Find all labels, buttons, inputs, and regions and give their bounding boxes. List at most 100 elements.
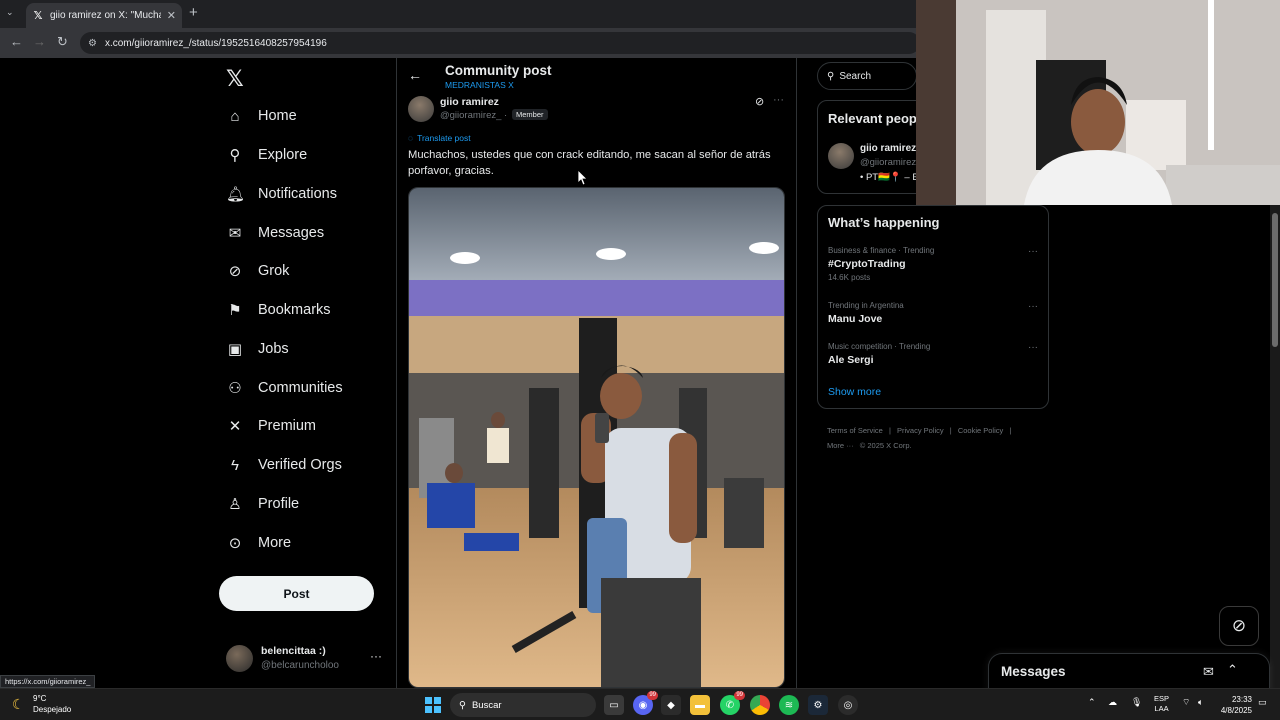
weather-temp: 9°C	[33, 694, 47, 703]
tab-close-icon[interactable]: ✕	[167, 9, 176, 22]
trend-more-icon[interactable]: ···	[1028, 342, 1038, 353]
discord-badge: 99	[647, 691, 658, 700]
file-explorer-icon[interactable]: ▬	[690, 695, 710, 715]
post-image[interactable]	[408, 187, 785, 688]
tab-search-icon[interactable]: ⌄	[6, 7, 14, 18]
taskbar-search[interactable]: ⚲ Buscar	[450, 693, 596, 717]
back-icon[interactable]: ←	[10, 34, 23, 49]
trend-count: 14.6K posts	[828, 273, 871, 282]
scrollbar-thumb[interactable]	[1272, 213, 1278, 347]
onedrive-icon[interactable]: ☁	[1108, 697, 1117, 708]
steam-icon[interactable]: ⚙	[808, 695, 828, 715]
nav-label: Grok	[258, 263, 290, 279]
new-message-icon[interactable]: ✉	[1203, 664, 1214, 680]
more-link[interactable]: More ···	[827, 441, 854, 450]
clock[interactable]: 23:33 4/8/2025	[1216, 694, 1252, 716]
nav-notifications[interactable]: 🔔︎ Notifications	[226, 181, 337, 207]
post-more-icon[interactable]: ···	[773, 94, 784, 106]
task-view-icon[interactable]: ▭	[604, 695, 624, 715]
briefcase-icon: ▣	[227, 341, 243, 358]
x-favicon-icon: 𝕏	[33, 9, 43, 22]
trend-more-icon[interactable]: ···	[1028, 301, 1038, 312]
status-url-tooltip: https://x.com/giioramirez_	[0, 675, 96, 688]
trend-item[interactable]: Music competition · Trending Ale Sergi ·…	[828, 342, 1040, 366]
clock-time: 23:33	[1231, 695, 1252, 704]
language-indicator[interactable]: ESP LAA	[1154, 694, 1169, 714]
relevant-handle[interactable]: @giioramirez	[860, 157, 916, 168]
nav-bookmarks[interactable]: ⚑ Bookmarks	[226, 297, 330, 323]
grok-floating-button[interactable]: ⊘	[1219, 606, 1259, 646]
community-link[interactable]: MEDRANISTAS X	[445, 80, 514, 90]
nav-more[interactable]: ⊙ More	[226, 530, 291, 556]
expand-icon[interactable]: ⌃	[1227, 662, 1238, 678]
post-button[interactable]: Post	[219, 576, 374, 611]
nav-label: Profile	[258, 496, 300, 512]
nav-home[interactable]: ⌂ Home	[226, 103, 296, 129]
person-icon: ♙	[228, 496, 242, 513]
member-badge: Member	[512, 109, 548, 120]
avatar[interactable]	[828, 143, 854, 169]
reload-icon[interactable]: ↻	[57, 34, 68, 50]
nav-messages[interactable]: ✉ Messages	[226, 220, 324, 246]
wifi-icon[interactable]: ⌔	[1182, 697, 1190, 708]
post-text: Muchachos, ustedes que con crack editand…	[408, 149, 771, 177]
author-avatar[interactable]	[408, 96, 434, 122]
forward-icon[interactable]: →	[33, 34, 46, 49]
x-logo-icon[interactable]: 𝕏	[226, 66, 244, 92]
author-name[interactable]: giio ramirez	[440, 96, 499, 108]
nav-communities[interactable]: ⚇ Communities	[226, 375, 342, 401]
site-info-icon[interactable]: ⚙	[88, 38, 97, 49]
cookie-link[interactable]: Cookie Policy	[958, 426, 1003, 435]
spotify-icon[interactable]: ≋	[779, 695, 799, 715]
nav-premium[interactable]: ✕ Premium	[226, 413, 316, 439]
browser-tab[interactable]: 𝕏 giio ramirez on X: "Muchachos ✕	[26, 3, 182, 28]
nav-verified-orgs[interactable]: ϟ Verified Orgs	[226, 452, 342, 478]
trend-meta: Music competition · Trending	[828, 342, 931, 351]
trend-item[interactable]: Business & finance · Trending #CryptoTra…	[828, 246, 1040, 282]
trend-more-icon[interactable]: ···	[1028, 246, 1038, 257]
windows-start-icon[interactable]	[425, 697, 441, 713]
account-more-icon[interactable]: ···	[370, 649, 382, 663]
grok-explain-icon[interactable]: ⊘	[755, 95, 764, 108]
avatar	[226, 645, 253, 672]
back-arrow-icon[interactable]: ←	[408, 67, 422, 83]
people-icon: ⚇	[228, 380, 242, 397]
terms-link[interactable]: Terms of Service	[827, 426, 883, 435]
notification-icon[interactable]: ▭	[1258, 697, 1267, 708]
nav-jobs[interactable]: ▣ Jobs	[226, 336, 289, 362]
show-more-link[interactable]: Show more	[828, 386, 881, 398]
search-input[interactable]: ⚲ Search	[817, 62, 917, 90]
more-circle-icon: ⊙	[228, 535, 242, 552]
moon-weather-icon[interactable]: ☾	[12, 696, 25, 713]
trend-name: Ale Sergi	[828, 354, 874, 366]
nav-label: Jobs	[258, 341, 289, 357]
relevant-bio: • PT🇧🇴📍 – B	[860, 172, 919, 183]
tray-overflow-icon[interactable]: ⌃	[1088, 697, 1096, 708]
account-handle: @belcaruncholoo	[261, 660, 339, 671]
new-tab-icon[interactable]: +	[189, 4, 198, 21]
lang-bottom: LAA	[1154, 704, 1169, 713]
volume-icon[interactable]: 🔈︎	[1198, 697, 1203, 708]
obs-icon[interactable]: ◎	[838, 695, 858, 715]
mic-icon[interactable]: 🎙︎	[1131, 697, 1142, 708]
chrome-icon[interactable]	[750, 695, 770, 715]
nav-profile[interactable]: ♙ Profile	[226, 491, 299, 517]
globe-icon: ◌	[408, 133, 414, 143]
trend-item[interactable]: Trending in Argentina Manu Jove ···	[828, 301, 1040, 325]
privacy-link[interactable]: Privacy Policy	[897, 426, 944, 435]
author-handle[interactable]: @giioramirez_ ·	[440, 110, 507, 121]
account-switcher[interactable]: belencittaa :) @belcaruncholoo ···	[226, 643, 386, 675]
discord-icon[interactable]: ◉ 99	[633, 691, 658, 715]
relevant-name[interactable]: giio ramirez	[860, 143, 916, 154]
whatsapp-icon[interactable]: ✆ 99	[720, 691, 745, 715]
footer-separator: |	[949, 426, 952, 435]
nav-grok[interactable]: ⊘ Grok	[226, 258, 290, 284]
translate-post-link[interactable]: ◌ Translate post	[408, 133, 471, 143]
nav-label: Premium	[258, 418, 317, 434]
messages-drawer[interactable]: Messages ✉ ⌃	[988, 653, 1270, 693]
app-icon[interactable]: ◆	[661, 695, 681, 715]
nav-explore[interactable]: ⚲ Explore	[226, 142, 308, 168]
address-bar[interactable]: ⚙ x.com/giioramirez_/status/195251640825…	[80, 32, 920, 54]
scrollbar[interactable]	[1270, 205, 1280, 688]
whats-happening-title: What’s happening	[828, 215, 940, 230]
